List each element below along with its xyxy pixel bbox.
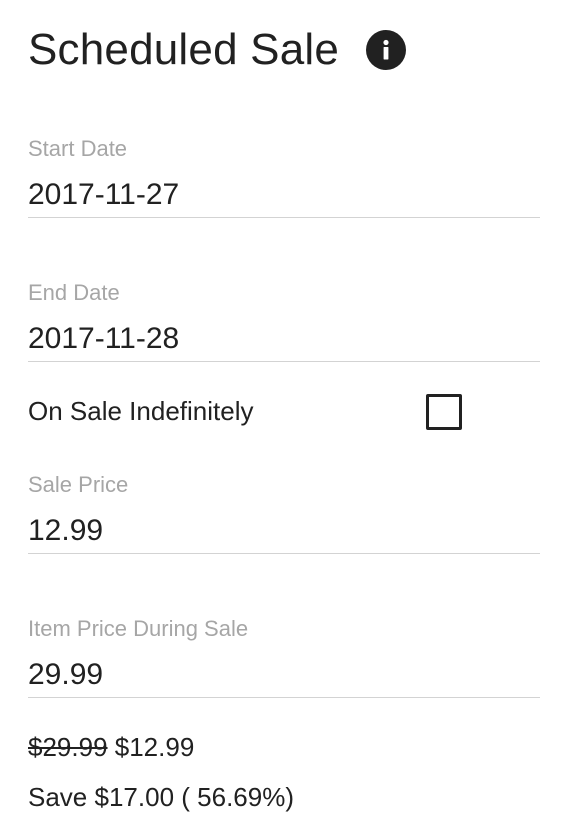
item-price-label: Item Price During Sale bbox=[28, 616, 249, 641]
start-date-field: Start Date bbox=[28, 136, 540, 228]
end-date-field: End Date bbox=[28, 280, 540, 372]
item-price-input[interactable] bbox=[28, 652, 540, 698]
on-sale-indefinitely-checkbox[interactable] bbox=[426, 394, 462, 430]
sale-price-label: Sale Price bbox=[28, 472, 129, 497]
end-date-label: End Date bbox=[28, 280, 120, 305]
sale-price-field: Sale Price bbox=[28, 472, 540, 564]
price-comparison: $29.99 $12.99 bbox=[28, 732, 194, 763]
save-amount: $17.00 bbox=[94, 782, 175, 812]
discounted-price: $12.99 bbox=[114, 732, 195, 762]
info-icon[interactable] bbox=[366, 30, 407, 70]
on-sale-indefinitely-row: On Sale Indefinitely bbox=[28, 392, 468, 432]
savings-summary: Save $17.00 ( 56.69%) bbox=[28, 782, 294, 813]
on-sale-indefinitely-label: On Sale Indefinitely bbox=[28, 396, 254, 426]
start-date-input[interactable] bbox=[28, 172, 540, 218]
start-date-label: Start Date bbox=[28, 136, 128, 161]
sale-price-input[interactable] bbox=[28, 508, 540, 554]
item-price-field: Item Price During Sale bbox=[28, 616, 540, 708]
header: Scheduled Sale bbox=[28, 20, 407, 80]
original-price: $29.99 bbox=[28, 732, 108, 762]
page-title: Scheduled Sale bbox=[28, 25, 340, 74]
save-prefix: Save bbox=[28, 782, 88, 812]
save-percent: ( 56.69%) bbox=[181, 782, 294, 812]
end-date-input[interactable] bbox=[28, 316, 540, 362]
